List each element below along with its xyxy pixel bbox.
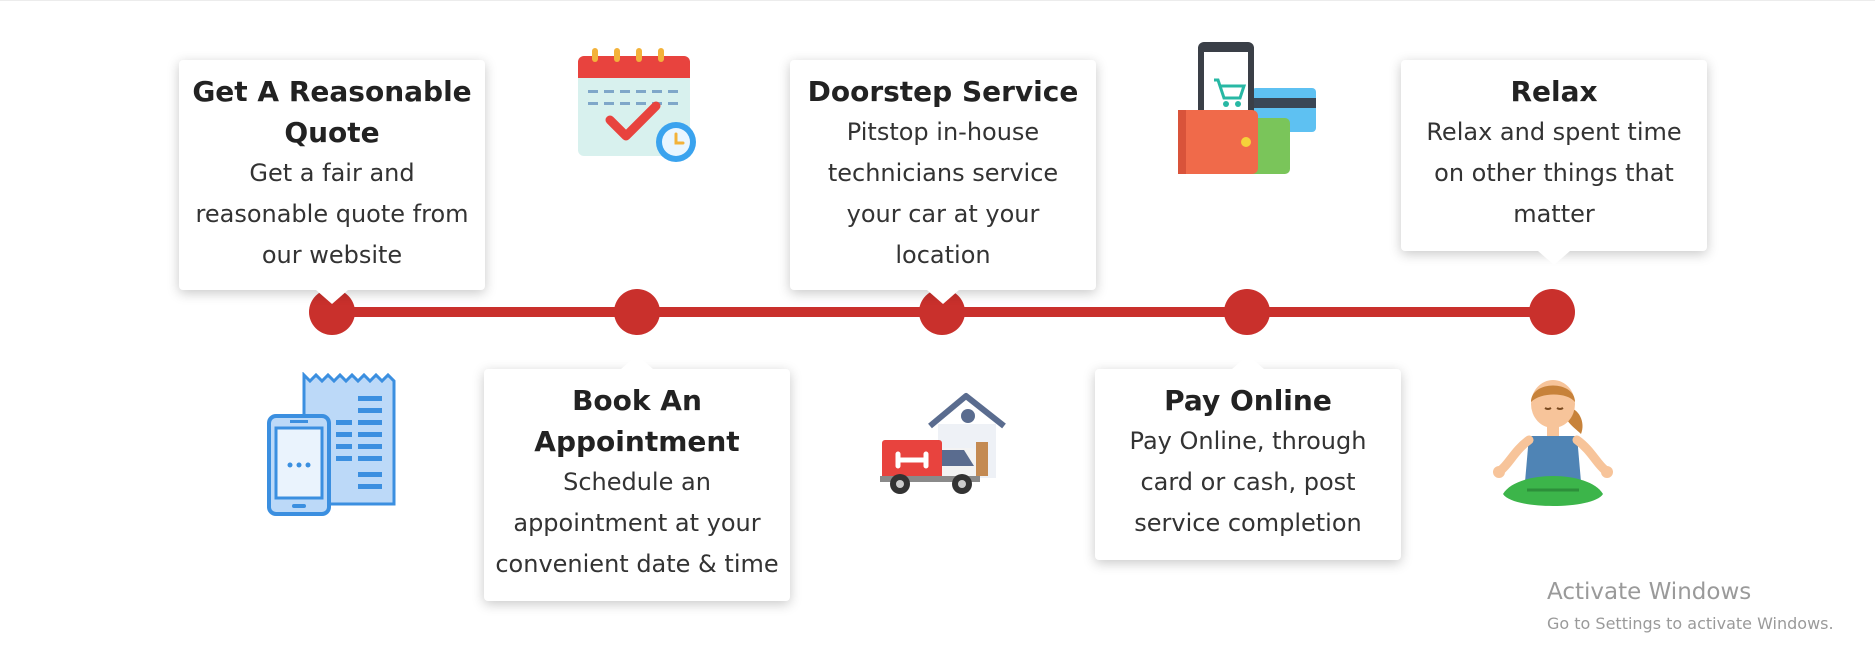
meditation-icon — [1487, 370, 1619, 520]
service-van-house-icon — [878, 390, 1010, 500]
activate-windows-watermark: Activate Windows Go to Settings to activ… — [1547, 578, 1834, 636]
step-title: Book An Appointment — [534, 384, 740, 458]
step-description: Get a fair and reasonable quote from our… — [195, 159, 469, 269]
calendar-icon — [576, 48, 700, 170]
watermark-subtitle: Go to Settings to activate Windows. — [1547, 614, 1834, 633]
timeline-dot-4 — [1224, 289, 1270, 335]
step-title: Get A Reasonable Quote — [192, 75, 472, 149]
step-title: Pay Online — [1164, 384, 1332, 417]
timeline-dot-5 — [1529, 289, 1575, 335]
receipt-phone-icon — [266, 371, 398, 520]
step-card-relax: Relax Relax and spent time on other thin… — [1401, 60, 1707, 265]
timeline-dot-2 — [614, 289, 660, 335]
step-title: Relax — [1510, 75, 1598, 108]
step-card-pay-online: Pay Online Pay Online, through card or c… — [1095, 355, 1401, 560]
step-description: Pitstop in-house technicians service you… — [827, 118, 1059, 269]
step-title: Doorstep Service — [807, 75, 1079, 108]
top-divider — [0, 0, 1875, 1]
step-card-doorstep: Doorstep Service Pitstop in-house techni… — [790, 60, 1096, 304]
step-description: Relax and spent time on other things tha… — [1426, 118, 1682, 228]
wallet-card-icon — [1176, 38, 1320, 182]
step-card-appointment: Book An Appointment Schedule an appointm… — [484, 355, 790, 601]
watermark-title: Activate Windows — [1547, 579, 1752, 605]
step-description: Schedule an appointment at your convenie… — [495, 468, 779, 578]
step-card-quote: Get A Reasonable Quote Get a fair and re… — [179, 60, 485, 304]
step-description: Pay Online, through card or cash, post s… — [1129, 427, 1367, 537]
